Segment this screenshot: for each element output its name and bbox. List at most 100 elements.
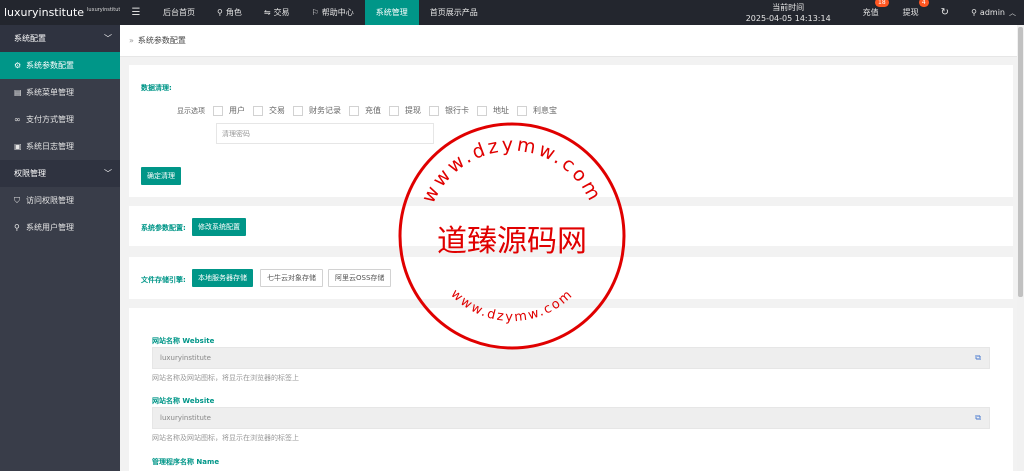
user-icon: ⚲ bbox=[217, 8, 223, 17]
withdraw-label: 提现 bbox=[902, 8, 919, 17]
nav-help[interactable]: ⚐ 帮助中心 bbox=[301, 0, 365, 25]
checkbox-recharge[interactable]: 充值 bbox=[349, 105, 381, 116]
sidebar-item-menu-manage[interactable]: ▤ 系统菜单管理 bbox=[0, 79, 120, 106]
nav-label: 交易 bbox=[273, 8, 290, 17]
confirm-clear-button[interactable]: 确定清理 bbox=[141, 167, 181, 185]
exchange-icon: ⇋ bbox=[263, 8, 271, 17]
double-chevron-icon: » bbox=[129, 36, 134, 45]
clock: 当前时间 2025-04-05 14:13:14 bbox=[746, 2, 831, 24]
sidebar-item-label: 系统用户管理 bbox=[26, 223, 74, 232]
logo[interactable]: luxuryinstitute luxuryinstitute bbox=[0, 0, 120, 25]
nav-label: 系统管理 bbox=[375, 8, 408, 17]
website-name-label: 网站名称 Website bbox=[152, 397, 215, 405]
checkbox-bankcard[interactable]: 银行卡 bbox=[429, 105, 469, 116]
user-menu[interactable]: ⚲ admin ︿ bbox=[959, 8, 1024, 18]
checkbox-box[interactable] bbox=[253, 105, 263, 116]
copy-icon[interactable]: ⧉ bbox=[975, 353, 981, 363]
data-clear-card: 数据清理: 显示选项 用户 交易 财务记录 充值 提现 银行卡 地址 利息宝 清… bbox=[129, 65, 1013, 197]
nav-role[interactable]: ⚲ 角色 bbox=[206, 0, 253, 25]
storage-card: 文件存储引擎: 本地服务器存储 七牛云对象存储 阿里云OSS存储 bbox=[129, 257, 1013, 299]
user-icon: ⚲ bbox=[971, 8, 977, 17]
page-scrollbar[interactable] bbox=[1017, 25, 1024, 471]
recharge-badge: 18 bbox=[875, 0, 889, 7]
sidebar-item-logs[interactable]: ▣ 系统日志管理 bbox=[0, 133, 120, 160]
checkbox-label: 交易 bbox=[269, 106, 285, 115]
checkbox-box[interactable] bbox=[477, 105, 487, 116]
sidebar-group-system-config[interactable]: 系统配置 ﹀ bbox=[0, 25, 120, 52]
scrollbar-thumb[interactable] bbox=[1018, 27, 1023, 297]
checkbox-label: 银行卡 bbox=[445, 106, 469, 115]
chevron-down-icon: ﹀ bbox=[104, 34, 112, 43]
refresh-icon[interactable]: ↻ bbox=[931, 7, 959, 18]
link-icon: ∞ bbox=[14, 115, 21, 124]
website-name-value: luxuryinstitute bbox=[160, 414, 211, 422]
nav-products[interactable]: 首页展示产品 bbox=[419, 0, 489, 25]
sidebar-group-permissions[interactable]: 权限管理 ﹀ bbox=[0, 160, 120, 187]
website-name-help: 网站名称及网站图标，将显示在浏览器的标签上 bbox=[152, 374, 299, 382]
system-params-title: 系统参数配置: bbox=[141, 224, 186, 232]
table-icon: ▤ bbox=[14, 88, 22, 97]
website-name-input[interactable]: luxuryinstitute ⧉ bbox=[152, 407, 990, 429]
checkbox-label: 提现 bbox=[405, 106, 421, 115]
sidebar-item-access[interactable]: ⛉ 访问权限管理 bbox=[0, 187, 120, 214]
clear-password-input[interactable]: 清理密码 bbox=[216, 123, 434, 144]
storage-local-button[interactable]: 本地服务器存储 bbox=[192, 269, 253, 287]
checkbox-box[interactable] bbox=[349, 105, 359, 116]
settings-form-card: 网站名称 Website luxuryinstitute ⧉ 网站名称及网站图标… bbox=[129, 308, 1013, 471]
sidebar-item-label: 支付方式管理 bbox=[26, 115, 74, 124]
sidebar-item-payment[interactable]: ∞ 支付方式管理 bbox=[0, 106, 120, 133]
edit-config-button[interactable]: 修改系统配置 bbox=[192, 218, 246, 236]
sidebar-item-users[interactable]: ⚲ 系统用户管理 bbox=[0, 214, 120, 241]
checkbox-box[interactable] bbox=[517, 105, 527, 116]
checkbox-address[interactable]: 地址 bbox=[477, 105, 509, 116]
checkbox-trade[interactable]: 交易 bbox=[253, 105, 285, 116]
system-params-card: 系统参数配置: 修改系统配置 bbox=[129, 206, 1013, 246]
nav-system[interactable]: 系统管理 bbox=[364, 0, 419, 25]
sidebar-group-label: 权限管理 bbox=[14, 169, 46, 178]
recharge-button[interactable]: 充值 18 bbox=[851, 0, 891, 18]
chevron-up-icon: ︿ bbox=[1009, 8, 1016, 17]
clear-options: 显示选项 用户 交易 财务记录 充值 提现 银行卡 地址 利息宝 bbox=[177, 105, 565, 116]
checkbox-box[interactable] bbox=[213, 105, 223, 116]
data-clear-title: 数据清理: bbox=[141, 84, 172, 92]
nav-label: 帮助中心 bbox=[321, 8, 354, 17]
user-name: admin bbox=[979, 8, 1005, 17]
checkbox-interest[interactable]: 利息宝 bbox=[517, 105, 557, 116]
admin-name-label: 管理程序名称 Name bbox=[152, 458, 220, 466]
nav-label: 角色 bbox=[225, 8, 242, 17]
checkbox-box[interactable] bbox=[429, 105, 439, 116]
sidebar-item-system-params[interactable]: ⚙ 系统参数配置 bbox=[0, 52, 120, 79]
sidebar-group-label: 系统配置 bbox=[14, 34, 46, 43]
withdraw-badge: 4 bbox=[918, 0, 929, 7]
website-name-input[interactable]: luxuryinstitute ⧉ bbox=[152, 347, 990, 369]
checkbox-label: 用户 bbox=[229, 106, 245, 115]
sidebar-item-label: 系统菜单管理 bbox=[26, 88, 74, 97]
gear-icon: ⚙ bbox=[14, 61, 22, 70]
checkbox-user[interactable]: 用户 bbox=[213, 105, 245, 116]
nav-label: 后台首页 bbox=[163, 8, 195, 17]
nav-home[interactable]: 后台首页 bbox=[152, 0, 206, 25]
top-right-area: 当前时间 2025-04-05 14:13:14 充值 18 提现 4 ↻ ⚲ … bbox=[746, 0, 1024, 25]
copy-icon[interactable]: ⧉ bbox=[975, 413, 981, 423]
checkbox-box[interactable] bbox=[293, 105, 303, 116]
sidebar-item-label: 系统日志管理 bbox=[26, 142, 74, 151]
website-name-value: luxuryinstitute bbox=[160, 354, 211, 362]
storage-title: 文件存储引擎: bbox=[141, 276, 186, 284]
checkbox-box[interactable] bbox=[389, 105, 399, 116]
top-bar: luxuryinstitute luxuryinstitute ☰ 后台首页 ⚲… bbox=[0, 0, 1024, 25]
menu-icon[interactable]: ☰ bbox=[120, 7, 152, 18]
shield-icon: ⛉ bbox=[14, 195, 20, 205]
clock-label: 当前时间 bbox=[772, 2, 805, 12]
storage-qiniu-button[interactable]: 七牛云对象存储 bbox=[260, 269, 323, 287]
checkbox-withdraw[interactable]: 提现 bbox=[389, 105, 421, 116]
clock-value: 2025-04-05 14:13:14 bbox=[745, 13, 831, 23]
nav-trade[interactable]: ⇋ 交易 bbox=[253, 0, 301, 25]
website-name-label: 网站名称 Website bbox=[152, 337, 215, 345]
withdraw-button[interactable]: 提现 4 bbox=[891, 0, 931, 18]
checkbox-finance[interactable]: 财务记录 bbox=[293, 105, 341, 116]
sidebar: 系统配置 ﹀ ⚙ 系统参数配置 ▤ 系统菜单管理 ∞ 支付方式管理 ▣ 系统日志… bbox=[0, 25, 120, 471]
logo-text: luxuryinstitute bbox=[4, 6, 85, 19]
storage-aliyun-button[interactable]: 阿里云OSS存储 bbox=[328, 269, 392, 287]
sidebar-item-label: 访问权限管理 bbox=[26, 196, 74, 205]
chevron-down-icon: ﹀ bbox=[104, 169, 112, 178]
